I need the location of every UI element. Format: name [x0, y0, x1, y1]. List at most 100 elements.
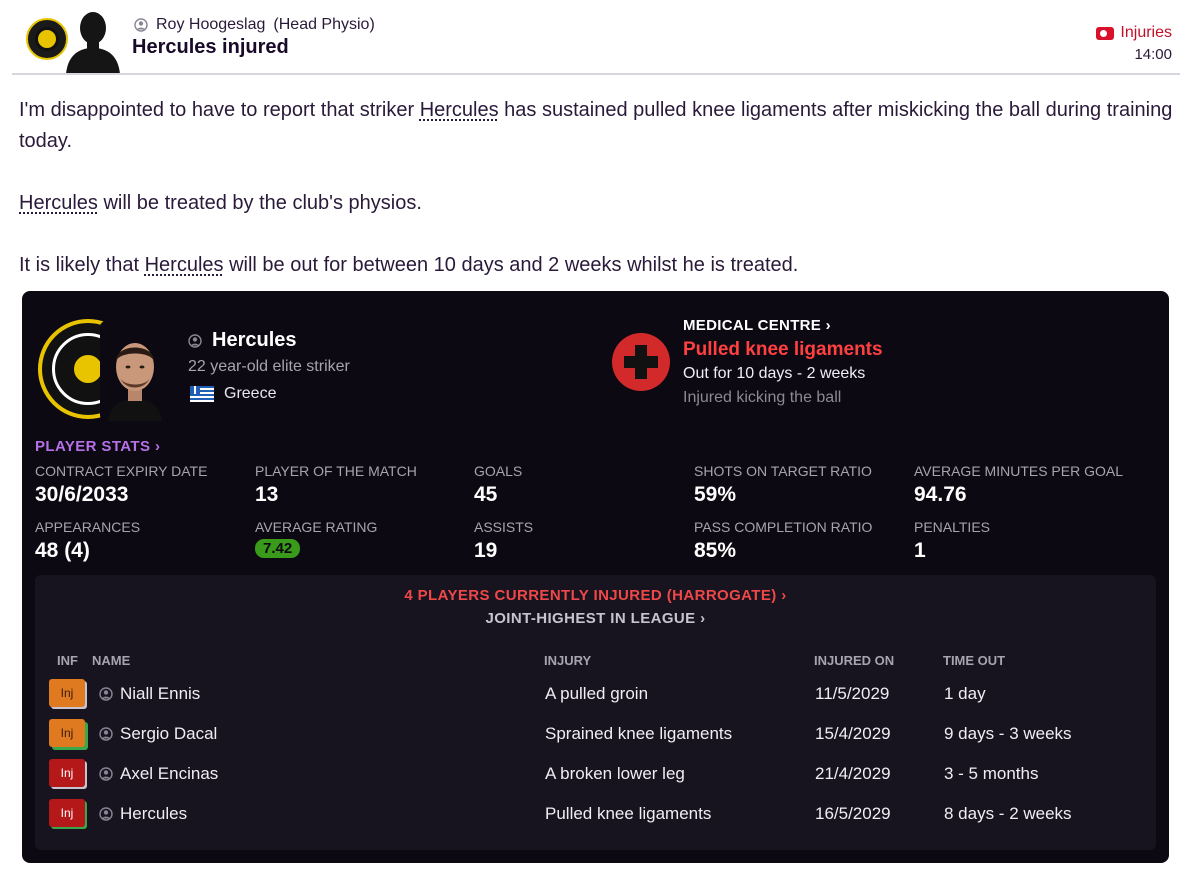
injured-count-label[interactable]: 4 PLAYERS CURRENTLY INJURED (HARROGATE): [404, 587, 776, 604]
message-body: I'm disappointed to have to report that …: [19, 95, 1179, 312]
column-header-inf[interactable]: INF: [57, 653, 78, 668]
stat-label: GOALS: [474, 463, 523, 479]
column-header-name[interactable]: NAME: [92, 653, 130, 668]
stat-average-rating: AVERAGE RATING 7.42: [255, 519, 470, 558]
stat-goals: GOALS 45: [474, 463, 689, 507]
divider: [12, 73, 1180, 75]
table-row[interactable]: Inj Hercules Pulled knee ligaments 16/5/…: [35, 795, 1156, 835]
injury-badge[interactable]: Inj: [49, 719, 85, 747]
sender-name[interactable]: Roy Hoogeslag: [156, 16, 265, 34]
stat-value: 45: [474, 483, 498, 506]
stat-value: 1: [914, 539, 926, 562]
player-link[interactable]: Hercules: [145, 254, 224, 276]
injured-count-link[interactable]: 4 PLAYERS CURRENTLY INJURED (HARROGATE) …: [35, 587, 1156, 604]
player-nationality[interactable]: Greece: [190, 385, 276, 403]
injured-on-cell: 15/4/2029: [815, 724, 891, 743]
injury-badge[interactable]: Inj: [49, 799, 85, 827]
person-icon: [99, 687, 113, 701]
injury-badge[interactable]: Inj: [49, 679, 85, 707]
player-photo[interactable]: [100, 321, 170, 421]
table-row[interactable]: Inj Axel Encinas A broken lower leg 21/4…: [35, 755, 1156, 795]
injury-cell: A pulled groin: [545, 684, 649, 703]
nationality-label: Greece: [224, 385, 277, 402]
injured-players-panel: 4 PLAYERS CURRENTLY INJURED (HARROGATE) …: [35, 575, 1156, 850]
player-name-cell[interactable]: Hercules: [120, 804, 187, 824]
sender[interactable]: Roy Hoogeslag (Head Physio): [134, 16, 375, 34]
player-name-cell[interactable]: Axel Encinas: [120, 764, 218, 784]
text: will be out for between 10 days and 2 we…: [223, 254, 799, 276]
stat-label: SHOTS ON TARGET RATIO: [694, 463, 872, 479]
injury-cell: Sprained knee ligaments: [545, 724, 733, 743]
stat-label: PLAYER OF THE MATCH: [255, 463, 417, 479]
greece-flag-icon: [190, 386, 214, 402]
player-description: 22 year-old elite striker: [188, 358, 350, 375]
rating-badge: 7.42: [255, 539, 301, 558]
injury-name: Pulled knee ligaments: [683, 339, 883, 360]
time-out-cell: 8 days - 2 weeks: [944, 804, 1072, 823]
player-stats-link[interactable]: PLAYER STATS ›: [35, 438, 160, 455]
time-out-cell: 9 days - 3 weeks: [944, 724, 1072, 743]
stat-label: PASS COMPLETION RATIO: [694, 519, 873, 535]
player-name-label[interactable]: Hercules: [212, 329, 297, 352]
stat-penalties: PENALTIES 1: [914, 519, 1129, 563]
stat-contract: CONTRACT EXPIRY DATE 30/6/2033: [35, 463, 250, 507]
category-tag[interactable]: Injuries: [1096, 24, 1172, 42]
stat-label: PENALTIES: [914, 519, 990, 535]
injured-on-cell: 16/5/2029: [815, 804, 891, 823]
stat-appearances: APPEARANCES 48 (4): [35, 519, 250, 563]
sender-role: (Head Physio): [273, 16, 375, 33]
time-out-cell: 1 day: [944, 684, 986, 703]
table-row[interactable]: Inj Sergio Dacal Sprained knee ligaments…: [35, 715, 1156, 755]
person-icon: [99, 807, 113, 821]
person-icon: [134, 18, 148, 32]
player-name[interactable]: Hercules: [188, 329, 297, 352]
table-row[interactable]: Inj Niall Ennis A pulled groin 11/5/2029…: [35, 675, 1156, 715]
message-time: 14:00: [1134, 46, 1172, 63]
injured-on-cell: 21/4/2029: [815, 764, 891, 783]
injury-cell: Pulled knee ligaments: [545, 804, 712, 823]
paragraph-1: I'm disappointed to have to report that …: [19, 95, 1179, 157]
medical-centre-label[interactable]: MEDICAL CENTRE: [683, 317, 821, 334]
stat-shots-on-target: SHOTS ON TARGET RATIO 59%: [694, 463, 909, 507]
chevron-right-icon: ›: [776, 587, 787, 604]
player-link[interactable]: Hercules: [19, 192, 98, 214]
stat-potm: PLAYER OF THE MATCH 13: [255, 463, 470, 507]
column-header-injured-on[interactable]: INJURED ON: [814, 653, 894, 668]
stat-assists: ASSISTS 19: [474, 519, 689, 563]
chevron-right-icon: ›: [821, 317, 831, 334]
injury-card: Hercules 22 year-old elite striker Greec…: [22, 291, 1169, 863]
player-link[interactable]: Hercules: [420, 99, 499, 121]
text: will be treated by the club's physios.: [97, 192, 422, 214]
injury-cause: Injured kicking the ball: [683, 389, 842, 406]
player-name-cell[interactable]: Niall Ennis: [120, 684, 200, 704]
text: I'm disappointed to have to report that …: [19, 99, 420, 121]
medical-cross-icon: [612, 333, 670, 391]
player-stats-label[interactable]: PLAYER STATS: [35, 438, 150, 455]
person-icon: [99, 767, 113, 781]
time-out-cell: 3 - 5 months: [944, 764, 1039, 783]
medical-centre-link[interactable]: MEDICAL CENTRE ›: [683, 317, 831, 334]
column-header-time-out[interactable]: TIME OUT: [943, 653, 1005, 668]
stat-value: 30/6/2033: [35, 483, 129, 506]
message-title: Hercules injured: [132, 36, 289, 58]
player-name-cell[interactable]: Sergio Dacal: [120, 724, 217, 744]
stat-value: 48 (4): [35, 539, 90, 562]
stat-value: 13: [255, 483, 279, 506]
stat-minutes-per-goal: AVERAGE MINUTES PER GOAL 94.76: [914, 463, 1154, 507]
stat-value: 94.76: [914, 483, 967, 506]
staff-avatar[interactable]: [62, 6, 124, 74]
person-icon: [99, 727, 113, 741]
person-icon: [188, 333, 202, 348]
column-header-injury[interactable]: INJURY: [544, 653, 591, 668]
injured-on-cell: 11/5/2029: [815, 684, 890, 703]
category-label: Injuries: [1120, 24, 1172, 41]
injury-category-icon: [1096, 26, 1115, 40]
stat-value: 59%: [694, 483, 737, 506]
stat-label: AVERAGE RATING: [255, 519, 378, 535]
league-rank-link[interactable]: JOINT-HIGHEST IN LEAGUE ›: [35, 610, 1156, 627]
stat-label: ASSISTS: [474, 519, 534, 535]
league-rank-label[interactable]: JOINT-HIGHEST IN LEAGUE: [485, 610, 695, 627]
stat-label: APPEARANCES: [35, 519, 141, 535]
injury-badge[interactable]: Inj: [49, 759, 85, 787]
stat-value: 19: [474, 539, 498, 562]
